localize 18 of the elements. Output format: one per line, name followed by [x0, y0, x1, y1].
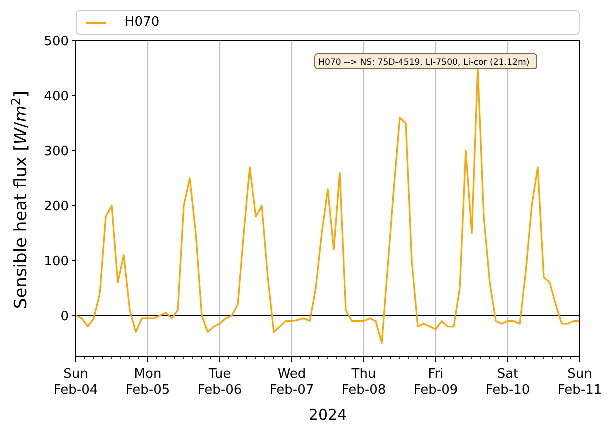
x-tick-label: Wed Feb-07	[270, 367, 314, 398]
y-tick-label: 300	[44, 144, 69, 160]
annotation-box: H070 --> NS: 75D-4519, LI-7500, Li-cor (21.12m)	[314, 54, 538, 70]
x-tick-label: Mon Feb-05	[126, 367, 170, 398]
x-tick-label: Tue Feb-06	[198, 367, 242, 398]
y-tick-label: 200	[44, 199, 69, 214]
x-tick-label: Fri Feb-09	[414, 367, 458, 398]
x-tick-label: Sun Feb-11	[558, 367, 602, 398]
y-tick-label: 0	[60, 309, 69, 324]
y-tick-label: 500	[44, 34, 69, 50]
x-tick-label: Sat Feb-10	[486, 367, 530, 398]
x-tick-label: Sun Feb-04	[54, 367, 98, 398]
y-tick-label: 100	[44, 254, 69, 270]
y-tick-label: 400	[44, 89, 69, 104]
x-tick-label: Thu Feb-08	[342, 367, 386, 398]
legend-label: H070	[125, 14, 160, 32]
annotation: H070 --> NS: 75D-4519, LI-7500, Li-cor (21.12m)	[318, 58, 530, 68]
x-axis-label: 2024	[308, 406, 348, 424]
